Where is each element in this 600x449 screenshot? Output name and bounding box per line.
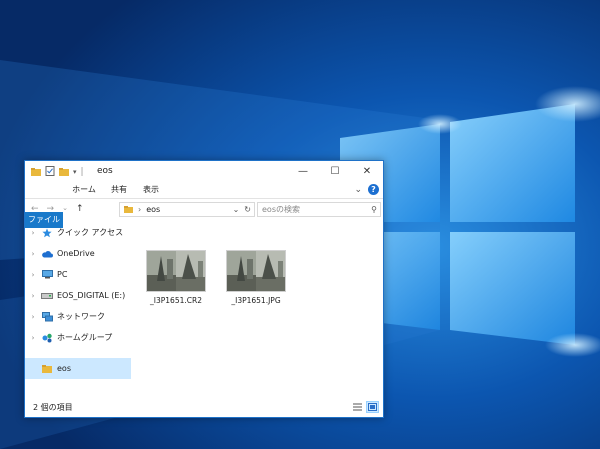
expand-chevron-icon[interactable]: › [25,229,41,237]
close-button[interactable]: ✕ [351,161,383,182]
file-name: _I3P1651.JPG [231,296,281,305]
back-button[interactable]: ← [31,204,39,214]
file-explorer-window[interactable]: ▾ | eos — ☐ ✕ ファイル ホーム 共有 表示 ⌄ ? ← → ⌄ ↑ [24,160,384,418]
address-bar[interactable]: › eos ⌄ ↻ [119,202,255,217]
sidebar-item-label: ネットワーク [57,312,105,321]
sidebar-item-label: ホームグループ [57,333,113,342]
explorer-body: › クイック アクセス › OneDrive › PC › EOS_DIGITA… [25,220,383,398]
help-icon[interactable]: ? [368,184,379,195]
title-bar[interactable]: ▾ | eos — ☐ ✕ [25,161,383,182]
window-controls: — ☐ ✕ [287,161,383,182]
search-icon[interactable]: ⚲ [371,205,377,214]
expand-chevron-icon[interactable]: › [25,334,41,342]
sidebar-item-eos[interactable]: eos [25,358,131,379]
file-name: _I3P1651.CR2 [150,296,202,305]
title-divider: | [80,167,84,177]
address-toolbar: ← → ⌄ ↑ › eos ⌄ ↻ eosの検索 ⚲ [25,199,383,221]
details-view-icon[interactable] [351,401,364,413]
ribbon-expand-chevron-icon[interactable]: ⌄ [354,185,362,195]
star-icon [41,228,53,238]
homegroup-icon [41,333,53,343]
sidebar-item-homegroup[interactable]: › ホームグループ [25,327,131,348]
sidebar-item-network[interactable]: › ネットワーク [25,306,131,327]
large-icons-view-icon[interactable] [366,401,379,413]
drive-icon [41,291,53,301]
sidebar-item-pc[interactable]: › PC [25,264,131,285]
computer-icon [41,270,53,280]
photo-thumbnail [146,250,206,292]
maximize-button[interactable]: ☐ [319,161,351,182]
file-item-jpg[interactable]: _I3P1651.JPG [221,250,291,305]
address-dropdown-icon[interactable]: ⌄ [233,205,240,214]
expand-chevron-icon[interactable]: › [25,292,41,300]
properties-icon[interactable] [45,166,55,178]
new-folder-icon[interactable] [59,167,69,178]
folder-icon [31,167,41,178]
cloud-icon [41,249,53,259]
network-icon [41,311,53,322]
up-button[interactable]: ↑ [76,204,84,214]
item-count: 2 個の項目 [33,403,73,412]
quick-access-toolbar: ▾ | [31,166,84,178]
sidebar-item-label: EOS_DIGITAL (E:) [57,291,126,300]
search-box[interactable]: eosの検索 ⚲ [257,202,381,217]
sidebar-item-label: eos [57,364,71,373]
ribbon-tabs: ファイル ホーム 共有 表示 ⌄ ? [25,182,383,228]
breadcrumb-eos[interactable]: eos [146,205,160,214]
sidebar-item-label: OneDrive [57,249,95,258]
file-list[interactable]: _I3P1651.CR2 _I3P1651.JPG [131,220,383,398]
sidebar-item-label: PC [57,270,68,279]
recent-locations-button[interactable]: ⌄ [62,204,68,214]
photo-thumbnail [226,250,286,292]
expand-chevron-icon[interactable]: › [25,271,41,279]
folder-icon [124,205,133,215]
minimize-button[interactable]: — [287,161,319,182]
expand-chevron-icon[interactable]: › [25,313,41,321]
status-bar: 2 個の項目 [25,398,383,417]
forward-button[interactable]: → [47,204,55,214]
folder-icon [41,364,53,374]
refresh-icon[interactable]: ↻ [244,205,251,214]
expand-chevron-icon[interactable]: › [25,250,41,258]
breadcrumb-separator[interactable]: › [138,205,141,214]
tab-view[interactable]: 表示 [137,182,165,198]
sidebar-item-label: クイック アクセス [57,228,124,237]
customize-toolbar-chevron-icon[interactable]: ▾ [73,168,77,176]
sidebar-item-quick-access[interactable]: › クイック アクセス [25,222,131,243]
sidebar-item-eos-digital[interactable]: › EOS_DIGITAL (E:) [25,285,131,306]
tab-home[interactable]: ホーム [67,182,101,198]
file-item-cr2[interactable]: _I3P1651.CR2 [141,250,211,305]
navigation-pane: › クイック アクセス › OneDrive › PC › EOS_DIGITA… [25,220,131,398]
search-input[interactable]: eosの検索 [262,204,300,215]
window-title: eos [97,166,113,176]
sidebar-item-onedrive[interactable]: › OneDrive [25,243,131,264]
tab-share[interactable]: 共有 [105,182,133,198]
